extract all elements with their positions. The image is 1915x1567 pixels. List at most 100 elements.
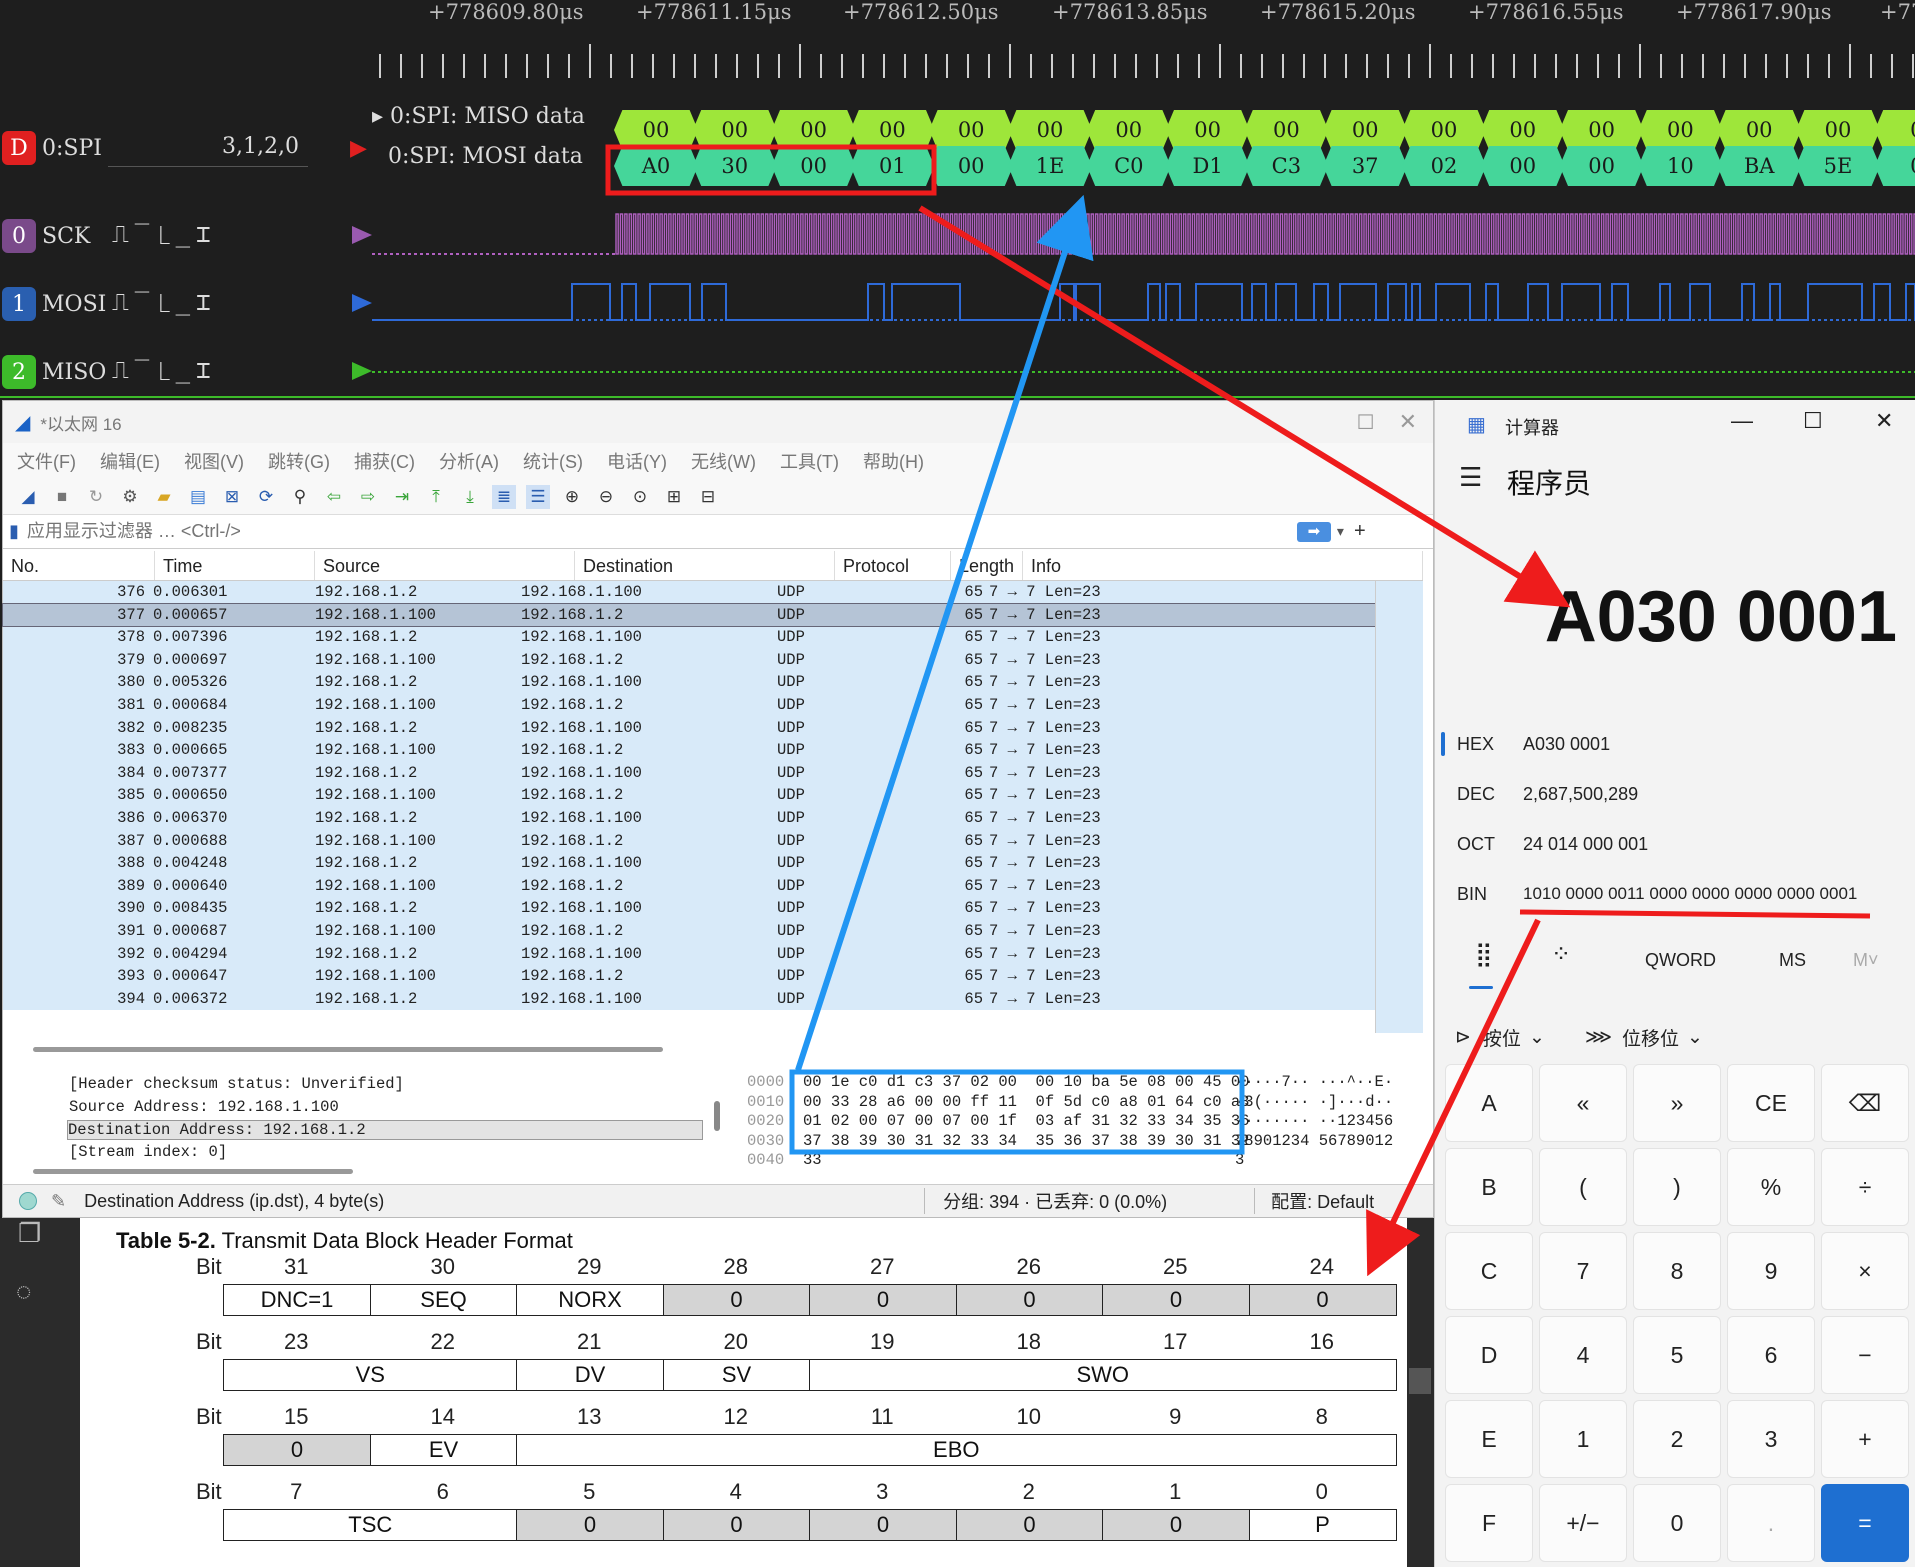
- menu-item[interactable]: 文件(F): [17, 448, 76, 474]
- key-2-2[interactable]: 8: [1633, 1232, 1721, 1310]
- menu-item[interactable]: 跳转(G): [268, 448, 330, 474]
- key-2-4[interactable]: ×: [1821, 1232, 1909, 1310]
- pages-icon[interactable]: ❐: [18, 1218, 41, 1249]
- menu-item[interactable]: 编辑(E): [100, 448, 160, 474]
- key-5-1[interactable]: +/−: [1539, 1484, 1627, 1562]
- packet-row[interactable]: 380 0.005326 192.168.1.2 192.168.1.100 UDP 65…: [3, 671, 1375, 694]
- comment-icon[interactable]: ◌: [16, 1276, 31, 1307]
- packet-row[interactable]: 391 0.000687 192.168.1.100 192.168.1.2 UDP 65…: [3, 919, 1375, 943]
- bitshift-dropdown[interactable]: ⋙ 位移位 ⌄: [1585, 1024, 1703, 1051]
- reload-icon[interactable]: ⟳: [254, 485, 278, 509]
- packet-row[interactable]: 387 0.000688 192.168.1.100 192.168.1.2 UDP 65…: [3, 829, 1375, 853]
- key-3-3[interactable]: 6: [1727, 1316, 1815, 1394]
- save-file-icon[interactable]: ▤: [186, 485, 210, 509]
- key-0-1[interactable]: «: [1539, 1064, 1627, 1142]
- key-0-4[interactable]: ⌫: [1821, 1064, 1909, 1142]
- key-hex-0-0[interactable]: A: [1445, 1064, 1533, 1142]
- packet-row[interactable]: 392 0.004294 192.168.1.2 192.168.1.100 UDP 65…: [3, 942, 1375, 966]
- key-hex-5-0[interactable]: F: [1445, 1484, 1533, 1562]
- packet-row[interactable]: 383 0.000665 192.168.1.100 192.168.1.2 UDP 65…: [3, 739, 1375, 762]
- stop-capture-icon[interactable]: ■: [50, 485, 74, 509]
- maximize-icon[interactable]: ☐: [1357, 410, 1375, 435]
- key-4-1[interactable]: 1: [1539, 1400, 1627, 1478]
- radix-dec[interactable]: DEC 2,687,500,289: [1457, 784, 1638, 805]
- equals-button[interactable]: =: [1821, 1484, 1909, 1562]
- add-filter-icon[interactable]: +: [1354, 520, 1366, 543]
- menu-item[interactable]: 统计(S): [523, 448, 583, 474]
- key-1-4[interactable]: ÷: [1821, 1148, 1909, 1226]
- packet-row[interactable]: 379 0.000697 192.168.1.100 192.168.1.2 UDP 65…: [3, 648, 1375, 672]
- go-forward-icon[interactable]: ⇨: [356, 485, 380, 509]
- hex-ascii[interactable]: ········ ··123456: [1235, 1112, 1393, 1130]
- memory-dropdown-button[interactable]: M˅: [1853, 950, 1879, 971]
- packet-row[interactable]: 386 0.006370 192.168.1.2 192.168.1.100 UDP 65…: [3, 806, 1375, 830]
- packet-row[interactable]: 388 0.004248 192.168.1.2 192.168.1.100 UDP 65…: [3, 852, 1375, 875]
- autoscroll-icon[interactable]: ≣: [492, 484, 516, 509]
- radix-hex[interactable]: HEX A030 0001: [1457, 734, 1610, 755]
- hex-bytes[interactable]: 00 33 28 a6 00 00 ff 11 0f 5d c0 a8 01 6…: [803, 1093, 1249, 1111]
- packet-row[interactable]: 378 0.007396 192.168.1.2 192.168.1.100 UDP 65…: [3, 626, 1375, 649]
- last-packet-icon[interactable]: ⤓: [458, 485, 482, 509]
- packet-row[interactable]: 376 0.006301 192.168.1.2 192.168.1.100 UDP 65…: [3, 581, 1375, 604]
- hex-ascii[interactable]: 78901234 56789012: [1235, 1132, 1393, 1150]
- bookmark-icon[interactable]: ▮: [9, 521, 19, 542]
- memory-store-button[interactable]: MS: [1779, 950, 1806, 971]
- packet-list-hscroll[interactable]: [33, 1047, 663, 1052]
- status-indicator-icon[interactable]: [19, 1192, 37, 1210]
- key-4-4[interactable]: +: [1821, 1400, 1909, 1478]
- apply-filter-icon[interactable]: ➡: [1296, 521, 1331, 542]
- open-file-icon[interactable]: ▰: [152, 485, 176, 509]
- go-to-packet-icon[interactable]: ⇥: [390, 485, 414, 509]
- start-capture-icon[interactable]: ◢: [16, 485, 40, 509]
- menu-item[interactable]: 无线(W): [691, 448, 756, 474]
- details-vscroll[interactable]: [714, 1101, 720, 1131]
- menu-item[interactable]: 分析(A): [439, 448, 499, 474]
- hex-ascii[interactable]: ·3(····· ·]···d··: [1235, 1093, 1393, 1111]
- filter-dropdown-icon[interactable]: ▾: [1337, 523, 1344, 540]
- packet-row[interactable]: 390 0.008435 192.168.1.2 192.168.1.100 UDP 65…: [3, 897, 1375, 920]
- details-hscroll[interactable]: [33, 1169, 353, 1174]
- hex-bytes[interactable]: 00 1e c0 d1 c3 37 02 00 00 10 ba 5e 08 0…: [803, 1073, 1249, 1091]
- edit-comment-icon[interactable]: ✎: [51, 1191, 66, 1212]
- hex-ascii[interactable]: 3: [1235, 1151, 1244, 1169]
- key-2-1[interactable]: 7: [1539, 1232, 1627, 1310]
- key-0-3[interactable]: CE: [1727, 1064, 1815, 1142]
- key-3-2[interactable]: 5: [1633, 1316, 1721, 1394]
- hex-ascii[interactable]: ·····7·· ···^··E·: [1235, 1073, 1393, 1091]
- detail-line[interactable]: Destination Address: 192.168.1.2: [67, 1120, 703, 1141]
- detail-line[interactable]: Source Address: 192.168.1.100: [69, 1098, 339, 1116]
- col-info[interactable]: Info: [1023, 551, 1423, 580]
- radix-oct[interactable]: OCT 24 014 000 001: [1457, 834, 1648, 855]
- pdf-scroll-thumb[interactable]: [1409, 1368, 1431, 1394]
- resize-columns-icon[interactable]: ⊞: [662, 485, 686, 509]
- col-destination[interactable]: Destination: [575, 551, 835, 580]
- col-protocol[interactable]: Protocol: [835, 551, 951, 580]
- key-3-1[interactable]: 4: [1539, 1316, 1627, 1394]
- normal-size-icon[interactable]: ⊙: [628, 485, 652, 509]
- key-1-3[interactable]: %: [1727, 1148, 1815, 1226]
- menu-item[interactable]: 帮助(H): [863, 448, 924, 474]
- key-0-2[interactable]: »: [1633, 1064, 1721, 1142]
- columns-icon[interactable]: ⊟: [696, 485, 720, 509]
- packet-minimap[interactable]: [1375, 581, 1423, 1033]
- close-file-icon[interactable]: ⊠: [220, 485, 244, 509]
- radix-bin[interactable]: BIN 1010 0000 0011 0000 0000 0000 0000 00…: [1457, 884, 1857, 905]
- col-length[interactable]: Length: [951, 551, 1023, 580]
- display-filter-input[interactable]: [26, 521, 1327, 542]
- key-hex-1-0[interactable]: B: [1445, 1148, 1533, 1226]
- menu-item[interactable]: 工具(T): [780, 448, 839, 474]
- hex-bytes[interactable]: 37 38 39 30 31 32 33 34 35 36 37 38 39 3…: [803, 1132, 1249, 1150]
- packet-row[interactable]: 377 0.000657 192.168.1.100 192.168.1.2 UDP 65…: [2, 602, 1376, 628]
- key-3-4[interactable]: −: [1821, 1316, 1909, 1394]
- col-time[interactable]: Time: [155, 551, 315, 580]
- col-no[interactable]: No.: [3, 551, 155, 580]
- packet-row[interactable]: 384 0.007377 192.168.1.2 192.168.1.100 UDP 65…: [3, 761, 1375, 785]
- packet-row[interactable]: 389 0.000640 192.168.1.100 192.168.1.2 UDP 65…: [3, 874, 1375, 898]
- zoom-in-icon[interactable]: ⊕: [560, 485, 584, 509]
- bitwise-dropdown[interactable]: ⊳ 按位 ⌄: [1455, 1024, 1545, 1051]
- menu-item[interactable]: 捕获(C): [354, 448, 415, 474]
- menu-item[interactable]: 视图(V): [184, 448, 244, 474]
- close-icon[interactable]: ✕: [1399, 409, 1417, 435]
- hex-bytes[interactable]: 01 02 00 07 00 07 00 1f 03 af 31 32 33 3…: [803, 1112, 1249, 1130]
- menu-item[interactable]: 电话(Y): [607, 448, 667, 474]
